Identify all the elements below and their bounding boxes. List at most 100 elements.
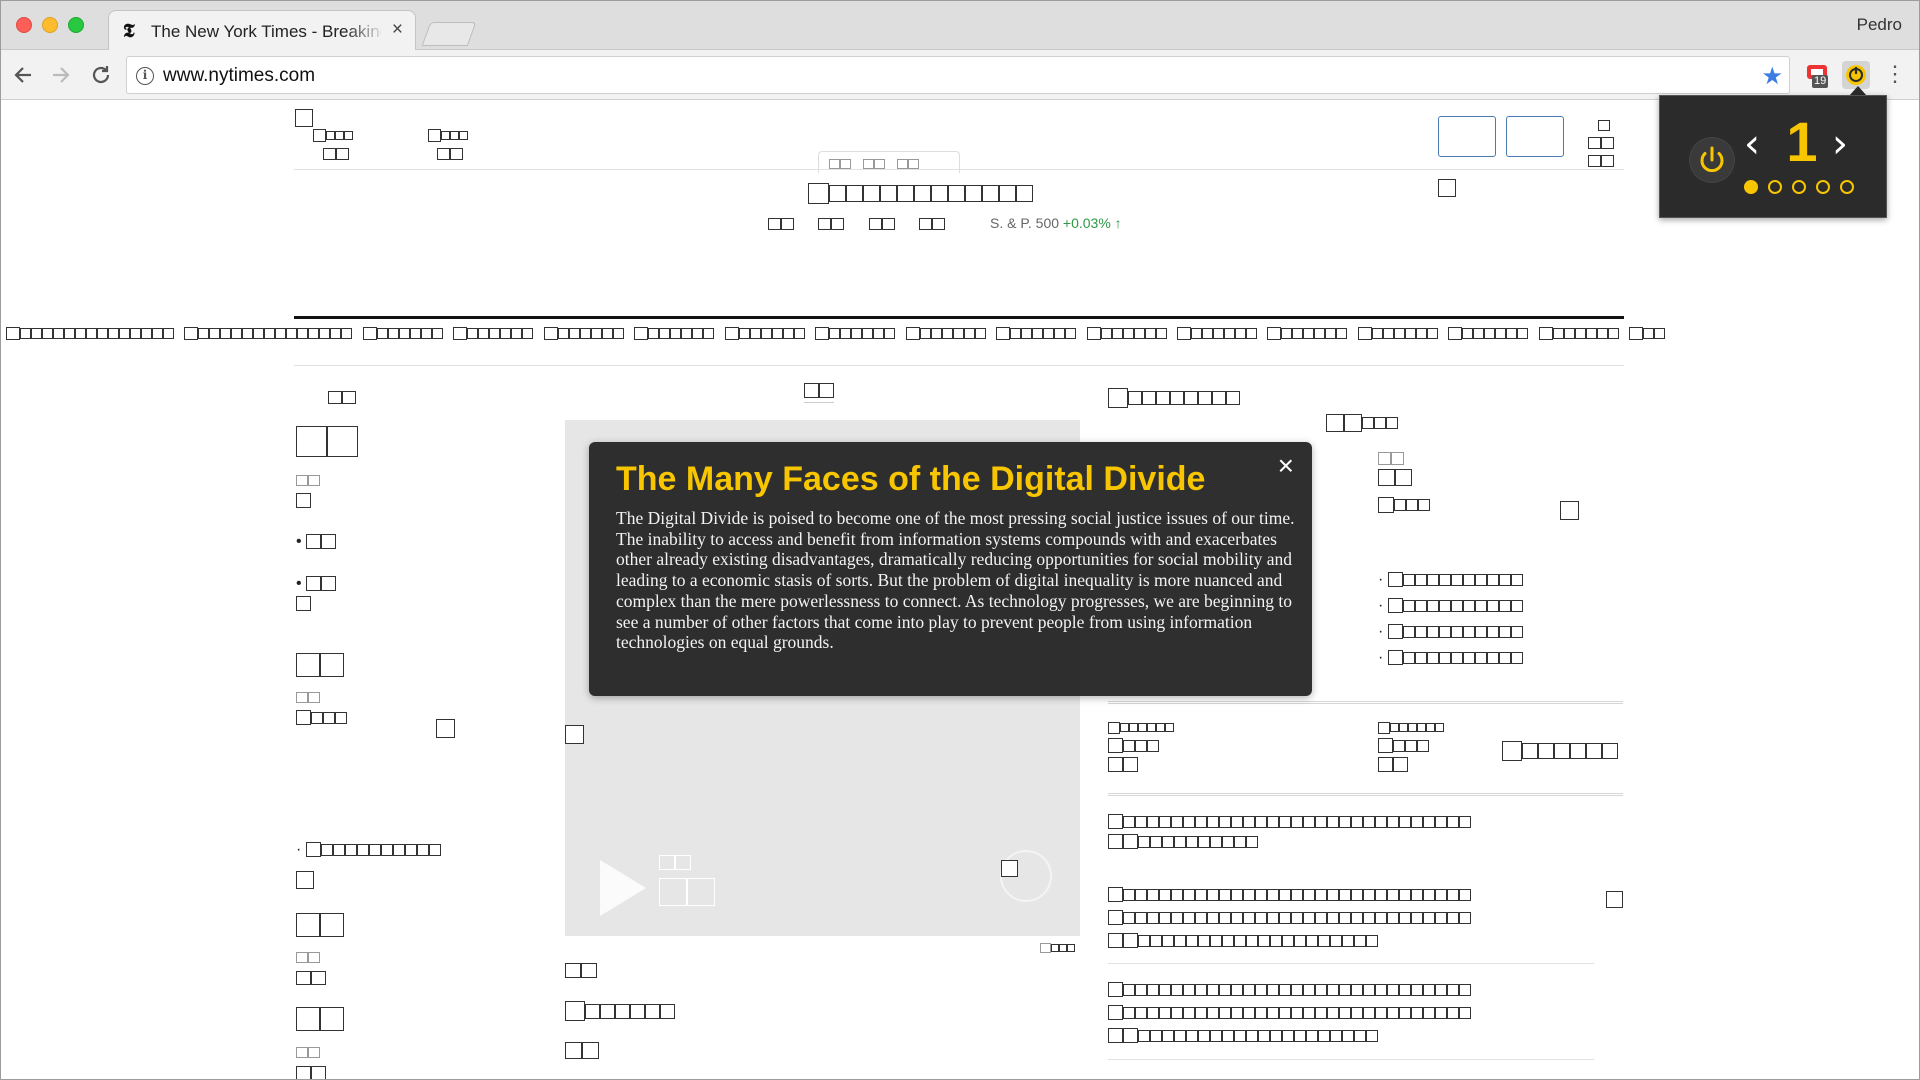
right-story-2[interactable] (1108, 886, 1471, 950)
window-close-button[interactable] (16, 17, 32, 33)
story-tooltip: The Many Faces of the Digital Divide × T… (589, 442, 1312, 696)
prev-step-button[interactable]: ‹ (1744, 124, 1760, 164)
left-headline-2[interactable] (296, 653, 344, 677)
left-bullet-1[interactable]: • (296, 533, 337, 551)
left-glyph-5 (296, 1064, 326, 1080)
video-side-glyph (565, 725, 584, 744)
right-bullet-list[interactable]: · · · · (1378, 571, 1523, 667)
left-headline-1[interactable] (296, 426, 358, 457)
center-kicker-2 (565, 962, 597, 980)
new-tab-button[interactable] (421, 22, 477, 46)
center-kicker (804, 382, 834, 403)
page-content: S. & P. 500 +0.03% ↑ • • · · · · · The M… (0, 101, 1920, 1080)
center-headline[interactable] (565, 1001, 675, 1021)
video-caption-large (659, 878, 715, 906)
settings-glyphs[interactable] (1596, 117, 1610, 135)
login-button[interactable] (1506, 116, 1564, 157)
current-step-number: 1 (1786, 110, 1818, 173)
right-thumb-glyph (1560, 501, 1579, 520)
weather-glyph (1438, 179, 1456, 197)
masthead-bottom-rule (294, 316, 1624, 319)
right-mini-2[interactable] (1378, 719, 1444, 737)
extension-icon[interactable]: 19 (1804, 61, 1832, 89)
right-divider-4 (1108, 1059, 1594, 1060)
step-dot[interactable] (1816, 180, 1830, 194)
right-divider-2 (1108, 793, 1623, 796)
tab-nytimes[interactable]: 𝕿 The New York Times - Breaking × (108, 10, 416, 50)
left-glyph-2 (296, 595, 311, 613)
left-byline-4 (296, 1044, 320, 1062)
right-story-1[interactable] (1108, 813, 1471, 831)
star-icon[interactable]: ★ (1761, 62, 1783, 91)
power-icon[interactable] (1690, 138, 1734, 182)
section-link-2b[interactable] (437, 145, 463, 163)
step-dot[interactable] (1744, 180, 1758, 194)
section-nav[interactable] (6, 325, 1666, 343)
url-text: www.nytimes.com (163, 65, 316, 86)
tab-strip: 𝕿 The New York Times - Breaking × Pedro (0, 0, 1920, 50)
left-byline-1 (296, 472, 320, 490)
extension-badge: 19 (1812, 75, 1829, 88)
left-headline-4[interactable] (296, 1007, 344, 1031)
center-kicker-3 (565, 1042, 599, 1060)
extension-popup: ‹ 1 › (1659, 95, 1887, 218)
right-headline-1[interactable] (1108, 388, 1240, 408)
right-sub-1 (1378, 450, 1404, 468)
next-step-button[interactable]: › (1832, 124, 1848, 164)
left-headline-3[interactable] (296, 913, 344, 937)
right-mini-1[interactable] (1108, 719, 1174, 737)
left-byline-3 (296, 949, 320, 967)
settings-glyphs-3 (1588, 152, 1614, 170)
right-mini-1b (1108, 737, 1159, 755)
nav-bottom-rule (294, 365, 1624, 366)
close-icon[interactable]: × (1278, 450, 1294, 482)
right-divider-3 (1108, 963, 1594, 964)
info-icon[interactable]: i (136, 67, 154, 85)
left-byline-2 (296, 689, 320, 707)
left-glyph-4 (296, 969, 326, 987)
step-dot[interactable] (1792, 180, 1806, 194)
power-extension-icon[interactable] (1842, 61, 1870, 89)
right-sub-3[interactable] (1378, 496, 1430, 514)
nyt-favicon-icon: 𝕿 (123, 20, 135, 42)
menu-icon[interactable]: ⋮ (1884, 62, 1906, 86)
window-maximize-button[interactable] (68, 17, 84, 33)
right-mini-2c (1378, 756, 1408, 774)
left-glyph-3 (296, 871, 314, 889)
left-comments[interactable] (296, 709, 347, 727)
back-arrow-icon[interactable] (8, 60, 38, 90)
play-icon[interactable] (600, 860, 646, 916)
subscribe-button[interactable] (1438, 116, 1496, 157)
section-link-1[interactable] (313, 127, 353, 145)
sp-500-index[interactable]: S. & P. 500 +0.03% ↑ (990, 215, 1122, 231)
reload-icon[interactable] (86, 60, 116, 90)
left-bullet-2[interactable]: • (296, 575, 337, 593)
right-story-3[interactable] (1108, 981, 1471, 1045)
step-dot[interactable] (1840, 180, 1854, 194)
right-divider-1 (1108, 701, 1623, 704)
video-duration-glyph (1001, 860, 1018, 878)
window-minimize-button[interactable] (42, 17, 58, 33)
video-credit (1040, 939, 1075, 957)
date-line (808, 183, 1033, 204)
tab-title-fade (345, 15, 385, 45)
right-mini-1c (1108, 756, 1138, 774)
tab-close-icon[interactable]: × (392, 19, 403, 41)
left-glyph-1 (296, 492, 311, 510)
right-mini-2b (1378, 737, 1429, 755)
left-kicker (328, 389, 356, 407)
right-opinion-headline[interactable] (1502, 741, 1618, 761)
settings-glyphs-2 (1588, 134, 1614, 152)
profile-name[interactable]: Pedro (1857, 15, 1902, 35)
address-bar[interactable]: i www.nytimes.com ★ (126, 56, 1790, 94)
masthead-divider (294, 169, 1624, 170)
left-image-glyph (436, 719, 455, 738)
section-link-2[interactable] (428, 127, 468, 145)
right-sub-2 (1378, 469, 1412, 487)
step-dot[interactable] (1768, 180, 1782, 194)
forward-arrow-icon[interactable] (46, 60, 76, 90)
step-indicator (1744, 180, 1854, 194)
left-bullet-3[interactable]: · (296, 841, 441, 859)
browser-toolbar: i www.nytimes.com ★ 19 ⋮ (0, 50, 1920, 100)
section-link-1b[interactable] (323, 145, 349, 163)
